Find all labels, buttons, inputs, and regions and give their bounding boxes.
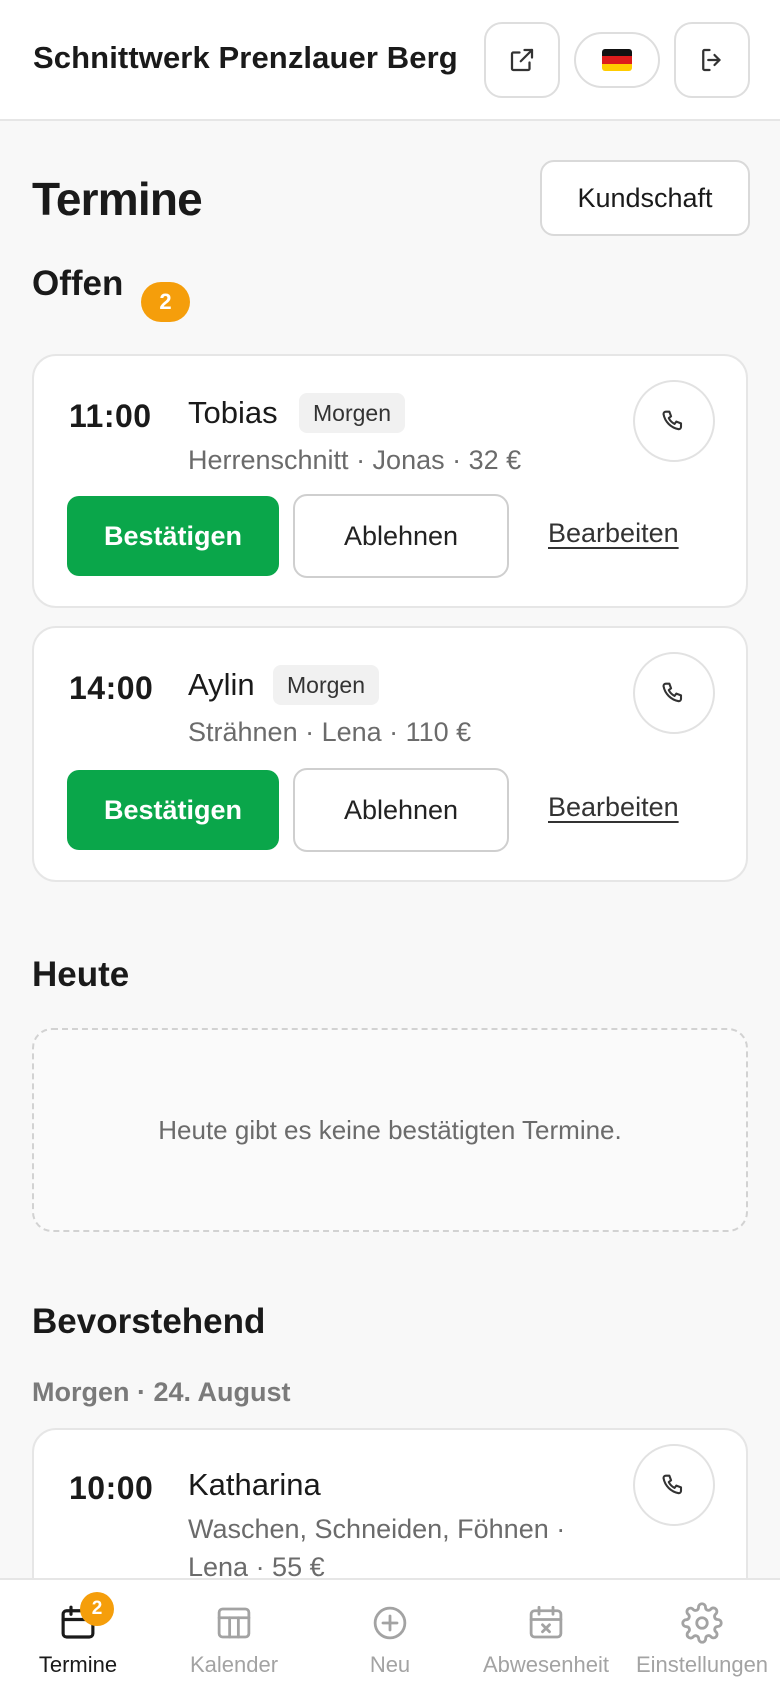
nav-label: Kalender [189,1652,279,1677]
phone-icon [662,410,683,431]
reject-button[interactable]: Ablehnen [293,494,509,578]
appointment-meta: Herrenschnitt · Jonas · 32 € [188,445,522,475]
call-button[interactable] [633,380,715,462]
app: Schnittwerk Prenzlauer Berg Termine Kund… [0,0,780,1688]
today-empty-state: Heute gibt es keine bestätigten Termine. [32,1028,748,1232]
customers-button[interactable]: Kundschaft [540,160,750,236]
calendar-grid-icon [217,1607,251,1639]
bottom-nav: 2 Termine Kalender Neu Abwesenheit Einst… [0,1578,780,1688]
page-title: Termine [32,173,203,225]
open-external-button[interactable] [484,22,560,98]
nav-item-kalender[interactable]: Kalender [156,1580,312,1688]
top-header: Schnittwerk Prenzlauer Berg [0,0,780,121]
upcoming-section-title: Bevorstehend [32,1302,266,1341]
appointment-meta: Waschen, Schneiden, Föhnen · Lena · 55 € [188,1510,565,1586]
nav-label: Abwesenheit [483,1652,609,1677]
phone-icon [662,1474,683,1495]
empty-state-text: Heute gibt es keine bestätigten Termine. [158,1114,622,1145]
customer-name: Aylin [188,667,255,702]
appointment-time: 10:00 [69,1470,154,1506]
open-count-badge: 2 [141,282,190,322]
appointment-time: 11:00 [69,398,152,434]
phone-icon [662,682,683,703]
edit-link[interactable]: Bearbeiten [548,792,679,823]
reject-button[interactable]: Ablehnen [293,768,509,852]
customer-name: Katharina [188,1467,321,1502]
confirm-button[interactable]: Bestätigen [67,496,279,576]
nav-item-neu[interactable]: Neu [312,1580,468,1688]
today-section-title: Heute [32,955,130,994]
open-appointment-card: 14:00 Aylin Morgen Strähnen · Lena · 110… [32,626,748,882]
open-section-title: Offen [32,264,124,303]
day-tag: Morgen [299,393,405,433]
salon-name: Schnittwerk Prenzlauer Berg [33,40,458,75]
nav-label: Termine [38,1652,118,1677]
appointment-meta: Strähnen · Lena · 110 € [188,717,472,747]
calendar-x-icon [529,1605,563,1639]
upcoming-day-label: Morgen · 24. August [32,1377,291,1407]
day-tag: Morgen [273,665,379,705]
nav-item-abwesenheit[interactable]: Abwesenheit [468,1580,624,1688]
appointment-meta-line: Waschen, Schneiden, Föhnen · [188,1514,566,1544]
nav-label: Neu [369,1652,411,1677]
edit-link[interactable]: Bearbeiten [548,518,679,549]
german-flag-icon [602,49,632,71]
nav-item-einstellungen[interactable]: Einstellungen [624,1580,780,1688]
customer-name: Tobias [188,395,278,430]
confirm-button[interactable]: Bestätigen [67,770,279,850]
gear-icon [681,1602,723,1644]
nav-label: Einstellungen [635,1652,769,1677]
logout-button[interactable] [674,22,750,98]
logout-icon [702,48,721,72]
language-button[interactable] [574,32,660,88]
nav-item-termine[interactable]: 2 Termine [0,1580,156,1688]
open-appointment-card: 11:00 Tobias Morgen Herrenschnitt · Jona… [32,354,748,608]
external-link-icon [510,48,534,72]
call-button[interactable] [633,1444,715,1526]
appointment-time: 14:00 [69,670,154,706]
call-button[interactable] [633,652,715,734]
nav-badge: 2 [80,1592,114,1626]
plus-circle-icon [373,1606,407,1640]
